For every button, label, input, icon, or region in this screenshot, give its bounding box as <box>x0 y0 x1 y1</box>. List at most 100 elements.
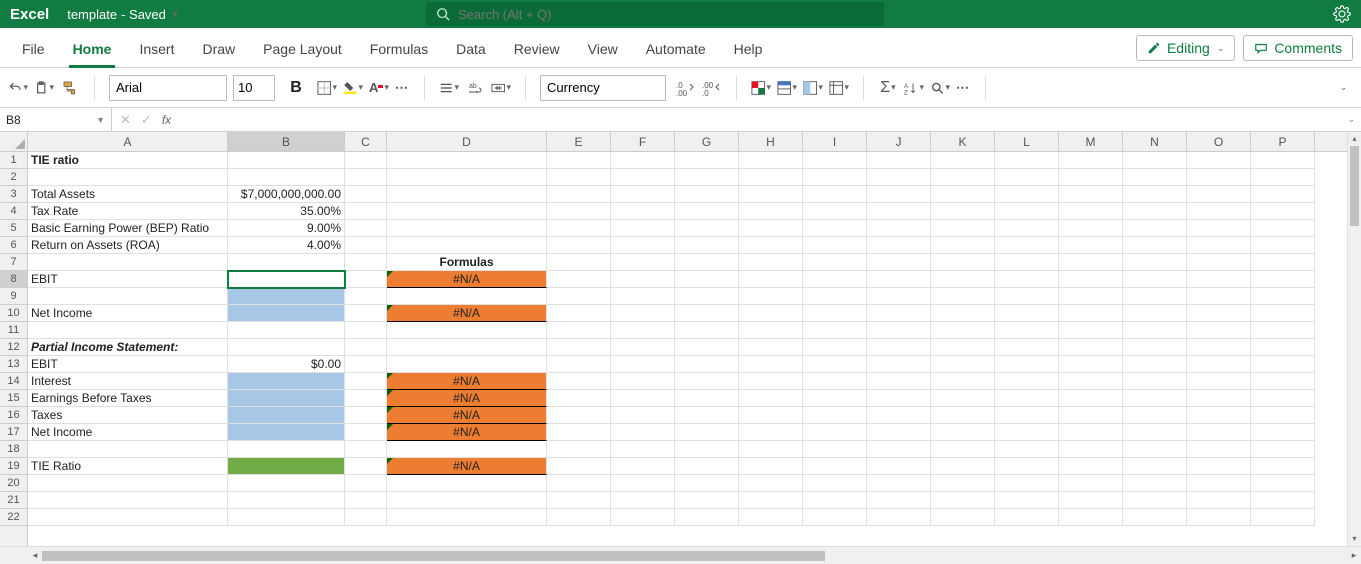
cell-N3[interactable] <box>1123 186 1187 203</box>
cell-M3[interactable] <box>1059 186 1123 203</box>
cell-M4[interactable] <box>1059 203 1123 220</box>
row-header-22[interactable]: 22 <box>0 509 27 526</box>
cell-G9[interactable] <box>675 288 739 305</box>
editing-mode-button[interactable]: Editing ⌄ <box>1136 35 1235 61</box>
cell-E11[interactable] <box>547 322 611 339</box>
cell-K20[interactable] <box>931 475 995 492</box>
cell-D6[interactable] <box>387 237 547 254</box>
menu-formulas[interactable]: Formulas <box>356 33 442 67</box>
row-header-7[interactable]: 7 <box>0 254 27 271</box>
cell-N5[interactable] <box>1123 220 1187 237</box>
cell-O6[interactable] <box>1187 237 1251 254</box>
cell-A14[interactable]: Interest <box>28 373 228 390</box>
cell-C9[interactable] <box>345 288 387 305</box>
number-format-select[interactable] <box>540 75 666 101</box>
wrap-text-button[interactable]: ab <box>465 78 485 98</box>
cell-K12[interactable] <box>931 339 995 356</box>
cell-C3[interactable] <box>345 186 387 203</box>
cell-J14[interactable] <box>867 373 931 390</box>
cell-E3[interactable] <box>547 186 611 203</box>
col-header-M[interactable]: M <box>1059 132 1123 151</box>
cell-A2[interactable] <box>28 169 228 186</box>
cell-M18[interactable] <box>1059 441 1123 458</box>
fx-icon[interactable]: fx <box>162 113 171 127</box>
cell-K4[interactable] <box>931 203 995 220</box>
cell-M11[interactable] <box>1059 322 1123 339</box>
row-header-19[interactable]: 19 <box>0 458 27 475</box>
cell-F1[interactable] <box>611 152 675 169</box>
cell-E6[interactable] <box>547 237 611 254</box>
cell-J4[interactable] <box>867 203 931 220</box>
cell-C5[interactable] <box>345 220 387 237</box>
cells-area[interactable]: TIE ratioTotal Assets$7,000,000,000.00Ta… <box>28 152 1347 546</box>
cell-L1[interactable] <box>995 152 1059 169</box>
cell-C8[interactable] <box>345 271 387 288</box>
cell-J6[interactable] <box>867 237 931 254</box>
col-header-K[interactable]: K <box>931 132 995 151</box>
cell-B20[interactable] <box>228 475 345 492</box>
cell-K18[interactable] <box>931 441 995 458</box>
cell-F17[interactable] <box>611 424 675 441</box>
cell-M13[interactable] <box>1059 356 1123 373</box>
cell-I22[interactable] <box>803 509 867 526</box>
name-box[interactable]: B8 ▼ <box>0 108 112 131</box>
cell-B21[interactable] <box>228 492 345 509</box>
cell-O19[interactable] <box>1187 458 1251 475</box>
cell-O15[interactable] <box>1187 390 1251 407</box>
row-header-12[interactable]: 12 <box>0 339 27 356</box>
cell-A11[interactable] <box>28 322 228 339</box>
cell-C16[interactable] <box>345 407 387 424</box>
cell-P3[interactable] <box>1251 186 1315 203</box>
cell-O20[interactable] <box>1187 475 1251 492</box>
col-header-N[interactable]: N <box>1123 132 1187 151</box>
menu-automate[interactable]: Automate <box>632 33 720 67</box>
cell-C4[interactable] <box>345 203 387 220</box>
cell-C13[interactable] <box>345 356 387 373</box>
cell-N7[interactable] <box>1123 254 1187 271</box>
col-header-I[interactable]: I <box>803 132 867 151</box>
cell-J1[interactable] <box>867 152 931 169</box>
row-header-1[interactable]: 1 <box>0 152 27 169</box>
cell-N9[interactable] <box>1123 288 1187 305</box>
cell-K22[interactable] <box>931 509 995 526</box>
cell-F7[interactable] <box>611 254 675 271</box>
cell-H19[interactable] <box>739 458 803 475</box>
cell-J8[interactable] <box>867 271 931 288</box>
cell-L2[interactable] <box>995 169 1059 186</box>
cell-I4[interactable] <box>803 203 867 220</box>
cell-C6[interactable] <box>345 237 387 254</box>
cell-F21[interactable] <box>611 492 675 509</box>
cell-J19[interactable] <box>867 458 931 475</box>
cell-A4[interactable]: Tax Rate <box>28 203 228 220</box>
cell-H20[interactable] <box>739 475 803 492</box>
cell-B3[interactable]: $7,000,000,000.00 <box>228 186 345 203</box>
cell-B9[interactable] <box>228 288 345 305</box>
row-header-3[interactable]: 3 <box>0 186 27 203</box>
cell-E16[interactable] <box>547 407 611 424</box>
cell-J15[interactable] <box>867 390 931 407</box>
cell-I11[interactable] <box>803 322 867 339</box>
cell-G4[interactable] <box>675 203 739 220</box>
cell-J10[interactable] <box>867 305 931 322</box>
autosum-button[interactable]: Σ▾ <box>878 78 898 98</box>
cell-K21[interactable] <box>931 492 995 509</box>
cell-F13[interactable] <box>611 356 675 373</box>
cell-H9[interactable] <box>739 288 803 305</box>
cell-M14[interactable] <box>1059 373 1123 390</box>
cell-C1[interactable] <box>345 152 387 169</box>
cell-G2[interactable] <box>675 169 739 186</box>
more-font-button[interactable]: ⋯ <box>395 80 410 96</box>
col-header-E[interactable]: E <box>547 132 611 151</box>
cell-P16[interactable] <box>1251 407 1315 424</box>
cell-O13[interactable] <box>1187 356 1251 373</box>
cell-E20[interactable] <box>547 475 611 492</box>
cell-I19[interactable] <box>803 458 867 475</box>
cell-N4[interactable] <box>1123 203 1187 220</box>
cell-K3[interactable] <box>931 186 995 203</box>
cell-B8[interactable] <box>228 271 345 288</box>
cell-D4[interactable] <box>387 203 547 220</box>
cell-K5[interactable] <box>931 220 995 237</box>
cell-E22[interactable] <box>547 509 611 526</box>
cell-A3[interactable]: Total Assets <box>28 186 228 203</box>
cell-L14[interactable] <box>995 373 1059 390</box>
